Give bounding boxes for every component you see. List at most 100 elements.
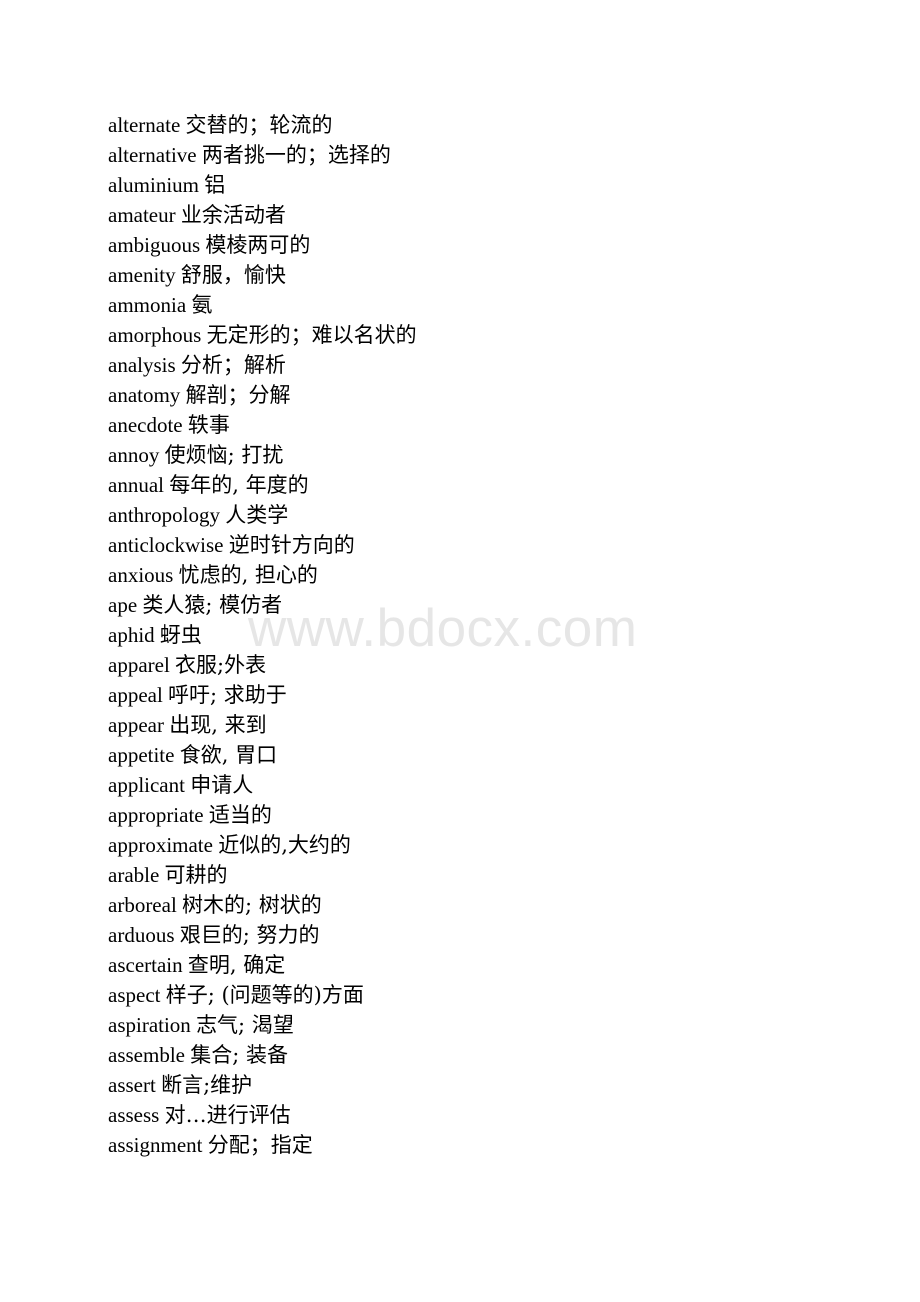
entry-term: aspiration [108,1013,191,1037]
entry-term: amenity [108,263,176,287]
entry-term: anthropology [108,503,220,527]
vocabulary-entry: amorphous 无定形的；难以名状的 [108,320,868,350]
entry-gloss: 类人猿; 模仿者 [142,593,283,617]
entry-gloss: 衣服;外表 [175,653,267,677]
vocabulary-entry: anxious 忧虑的, 担心的 [108,560,868,590]
entry-gloss: 人类学 [225,503,289,527]
vocabulary-entry: assess 对…进行评估 [108,1100,868,1130]
entry-term: anticlockwise [108,533,224,557]
vocabulary-entry: approximate 近似的,大约的 [108,830,868,860]
vocabulary-entry: arable 可耕的 [108,860,868,890]
vocabulary-entry: appear 出现, 来到 [108,710,868,740]
entry-term: ascertain [108,953,183,977]
entry-gloss: 模棱两可的 [205,233,311,257]
entry-term: appetite [108,743,175,767]
entry-term: annual [108,473,164,497]
entry-term: ape [108,593,138,617]
vocabulary-entry: aphid 蚜虫 [108,620,868,650]
vocabulary-entry: amateur 业余活动者 [108,200,868,230]
vocabulary-entry: annoy 使烦恼; 打扰 [108,440,868,470]
entry-gloss: 交替的；轮流的 [185,113,333,137]
entry-gloss: 舒服，愉快 [180,263,286,287]
entry-gloss: 蚜虫 [159,623,202,647]
entry-term: analysis [108,353,176,377]
entry-gloss: 查明, 确定 [187,953,286,977]
entry-gloss: 样子; (问题等的)方面 [165,983,364,1007]
entry-term: arboreal [108,893,177,917]
vocabulary-entry: ascertain 查明, 确定 [108,950,868,980]
entry-term: apparel [108,653,170,677]
vocabulary-entry: ammonia 氨 [108,290,868,320]
vocabulary-entry: annual 每年的, 年度的 [108,470,868,500]
vocabulary-entry: anticlockwise 逆时针方向的 [108,530,868,560]
vocabulary-entry: aluminium 铝 [108,170,868,200]
entry-term: assignment [108,1133,203,1157]
entry-term: applicant [108,773,185,797]
entry-term: aspect [108,983,161,1007]
vocabulary-entry: anatomy 解剖；分解 [108,380,868,410]
entry-term: alternative [108,143,197,167]
vocabulary-entry: appeal 呼吁; 求助于 [108,680,868,710]
entry-term: ambiguous [108,233,201,257]
entry-gloss: 忧虑的, 担心的 [178,563,318,587]
vocabulary-entry: aspiration 志气; 渴望 [108,1010,868,1040]
entry-term: ammonia [108,293,187,317]
entry-gloss: 断言;维护 [161,1073,253,1097]
entry-term: appropriate [108,803,204,827]
entry-gloss: 出现, 来到 [169,713,267,737]
entry-term: amorphous [108,323,202,347]
entry-term: assemble [108,1043,185,1067]
vocabulary-entry: anecdote 轶事 [108,410,868,440]
entry-term: appeal [108,683,163,707]
entry-gloss: 适当的 [208,803,272,827]
vocabulary-entry: analysis 分析；解析 [108,350,868,380]
entry-gloss: 无定形的；难以名状的 [206,323,417,347]
vocabulary-entry: assignment 分配；指定 [108,1130,868,1160]
vocabulary-entry: anthropology 人类学 [108,500,868,530]
vocabulary-entry: apparel 衣服;外表 [108,650,868,680]
entry-gloss: 集合; 装备 [190,1043,288,1067]
vocabulary-entry: appropriate 适当的 [108,800,868,830]
entry-gloss: 轶事 [187,413,230,437]
entry-gloss: 近似的,大约的 [218,833,351,857]
entry-gloss: 申请人 [190,773,254,797]
vocabulary-entry: appetite 食欲, 胃口 [108,740,868,770]
entry-term: amateur [108,203,176,227]
entry-gloss: 业余活动者 [180,203,286,227]
vocabulary-content: alternate 交替的；轮流的 alternative 两者挑一的；选择的 al… [108,110,868,1160]
document-page: www.bdocx.com alternate 交替的；轮流的 alternati… [0,0,920,1302]
entry-gloss: 解剖；分解 [185,383,291,407]
entry-gloss: 对…进行评估 [164,1103,291,1127]
entry-gloss: 可耕的 [164,863,228,887]
entry-gloss: 氨 [191,293,213,317]
entry-term: anxious [108,563,174,587]
entry-term: arduous [108,923,175,947]
entry-gloss: 两者挑一的；选择的 [201,143,391,167]
entry-term: anatomy [108,383,181,407]
vocabulary-entry: assert 断言;维护 [108,1070,868,1100]
entry-gloss: 食欲, 胃口 [179,743,278,767]
vocabulary-entry: alternative 两者挑一的；选择的 [108,140,868,170]
entry-gloss: 志气; 渴望 [196,1013,294,1037]
entry-term: assess [108,1103,160,1127]
entry-gloss: 逆时针方向的 [228,533,355,557]
vocabulary-entry: ape 类人猿; 模仿者 [108,590,868,620]
entry-term: approximate [108,833,213,857]
entry-gloss: 艰巨的; 努力的 [179,923,320,947]
entry-term: appear [108,713,164,737]
entry-gloss: 每年的, 年度的 [169,473,309,497]
vocabulary-entry: assemble 集合; 装备 [108,1040,868,1070]
entry-term: anecdote [108,413,183,437]
entry-gloss: 使烦恼; 打扰 [164,443,284,467]
vocabulary-entry: alternate 交替的；轮流的 [108,110,868,140]
entry-term: annoy [108,443,160,467]
vocabulary-entry: ambiguous 模棱两可的 [108,230,868,260]
entry-term: alternate [108,113,181,137]
vocabulary-entry: applicant 申请人 [108,770,868,800]
entry-gloss: 呼吁; 求助于 [168,683,287,707]
entry-term: arable [108,863,160,887]
vocabulary-entry: arboreal 树木的; 树状的 [108,890,868,920]
entry-gloss: 分析；解析 [180,353,286,377]
entry-gloss: 铝 [204,173,226,197]
entry-term: aluminium [108,173,199,197]
